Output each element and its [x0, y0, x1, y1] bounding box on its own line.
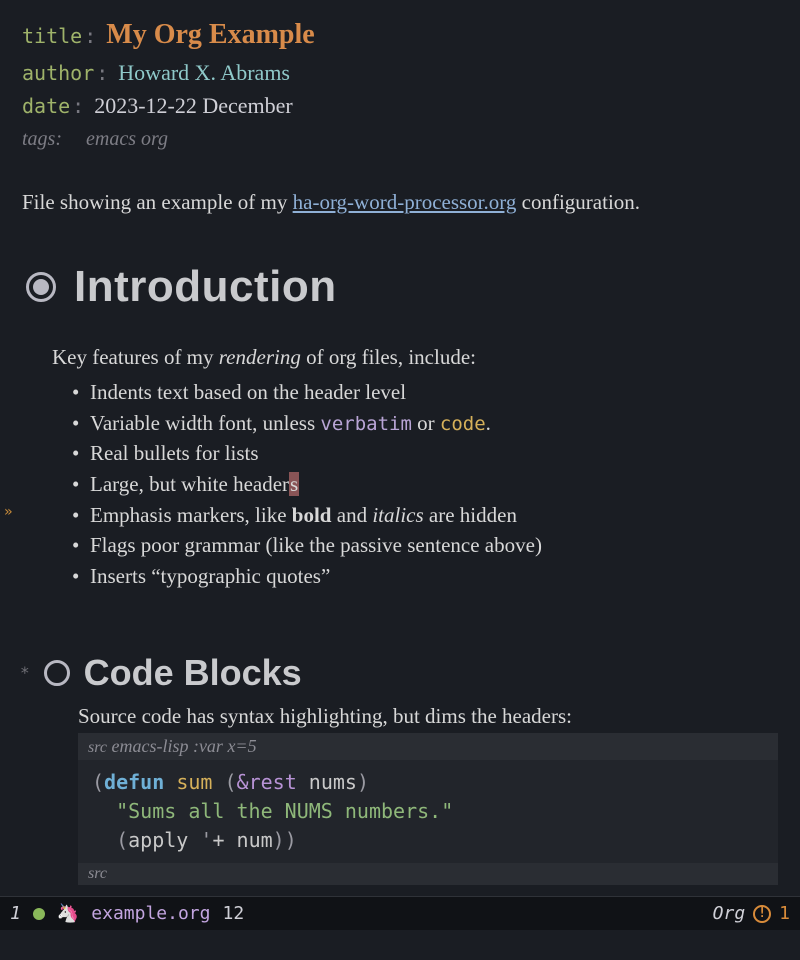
document-title: My Org Example	[106, 14, 314, 56]
config-link[interactable]: ha-org-word-processor.org	[293, 190, 517, 214]
introduction-body: Key features of my rendering of org file…	[52, 342, 778, 591]
intro-paragraph: File showing an example of my ha-org-wor…	[22, 188, 778, 216]
list-item: Flags poor grammar (like the passive sen…	[70, 530, 778, 561]
src-begin-line: src emacs-lisp :var x=5	[78, 733, 778, 760]
buffer-filename[interactable]: example.org	[91, 903, 210, 924]
src-end-line: src	[78, 863, 778, 885]
meta-key-date: date	[22, 91, 70, 121]
intro-lead: Key features of my rendering of org file…	[52, 342, 778, 373]
document-author: Howard X. Abrams	[118, 56, 290, 89]
major-mode[interactable]: Org	[713, 903, 746, 924]
meta-key-tags: tags:	[22, 124, 62, 154]
meta-author-line: author: Howard X. Abrams	[22, 56, 778, 89]
code-blocks-intro: Source code has syntax highlighting, but…	[78, 704, 778, 729]
list-item: Indents text based on the header level	[70, 377, 778, 408]
code-text: code	[440, 413, 486, 435]
warning-count: 1	[779, 903, 790, 924]
meta-key-title: title	[22, 21, 82, 51]
list-item: Emphasis markers, like bold and italics …	[70, 500, 778, 531]
list-item: Large, but white headers	[70, 469, 778, 500]
document-tags: emacs org	[86, 124, 168, 154]
heading-star-icon: *	[20, 663, 30, 682]
heading-code-blocks[interactable]: * Code Blocks	[20, 652, 778, 694]
list-item: Real bullets for lists	[70, 438, 778, 469]
document-date: 2023-12-22 December	[94, 89, 293, 122]
src-body[interactable]: (defun sum (&rest nums) "Sums all the NU…	[78, 760, 778, 863]
modeline[interactable]: 1 🦄 example.org 12 Org ! 1	[0, 896, 800, 930]
line-number: 12	[222, 903, 244, 924]
heading-bullet-icon	[26, 272, 56, 302]
meta-title-line: title: My Org Example	[22, 14, 778, 56]
unicorn-icon: 🦄	[57, 903, 79, 924]
meta-tags-line: tags: emacs org	[22, 124, 778, 154]
heading-text: Code Blocks	[84, 652, 302, 694]
heading-bullet-icon	[44, 660, 70, 686]
cursor: s	[289, 472, 299, 496]
warning-icon[interactable]: !	[753, 905, 771, 923]
window-number: 1	[10, 903, 21, 924]
list-item: Variable width font, unless verbatim or …	[70, 408, 778, 439]
verbatim-text: verbatim	[320, 413, 412, 435]
feature-list: Indents text based on the header level V…	[70, 377, 778, 592]
meta-date-line: date: 2023-12-22 December	[22, 89, 778, 122]
meta-key-author: author	[22, 58, 94, 88]
fringe-indicator-icon: »	[4, 504, 12, 520]
heading-text: Introduction	[74, 262, 337, 312]
source-block: src emacs-lisp :var x=5 (defun sum (&res…	[78, 733, 778, 885]
editor-buffer[interactable]: title: My Org Example author: Howard X. …	[0, 0, 800, 885]
status-dot-icon	[33, 908, 45, 920]
heading-introduction[interactable]: Introduction	[26, 262, 778, 312]
minibuffer[interactable]	[0, 930, 800, 960]
list-item: Inserts “typographic quotes”	[70, 561, 778, 592]
